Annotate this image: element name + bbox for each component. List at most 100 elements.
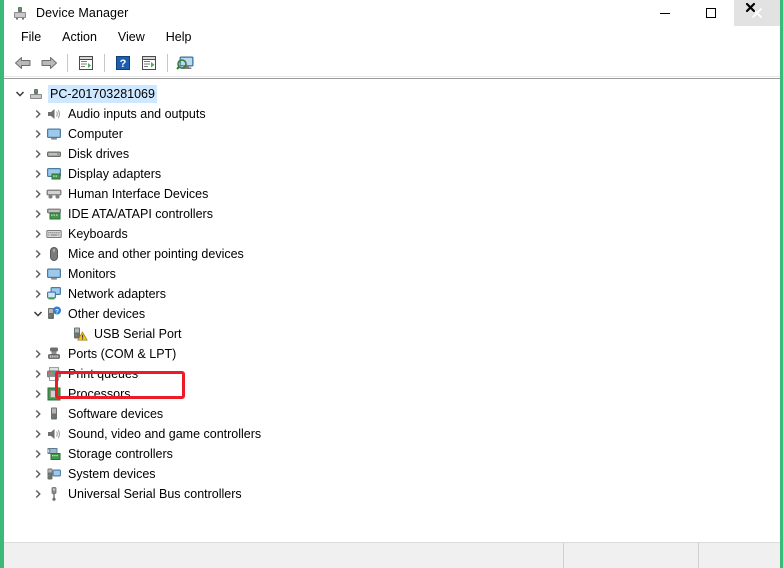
device-tree: PC-201703281069 Audio inputs and outputs [4,79,780,504]
tree-node-ide-ata-atapi-controllers[interactable]: IDE ATA/ATAPI controllers [4,204,780,224]
menu-item-view[interactable]: View [109,28,155,46]
speaker-icon [46,426,62,442]
tree-node-monitors[interactable]: Monitors [4,264,780,284]
close-button[interactable] [734,0,780,26]
toolbar-separator-3 [167,54,168,72]
tree-node-computer[interactable]: Computer [4,124,780,144]
tree-node-label: PC-201703281069 [48,85,157,103]
status-bar [4,542,780,568]
help-question-icon: ? [116,56,130,70]
usb-controller-icon [46,486,62,502]
tree-node-audio-inputs-and-outputs[interactable]: Audio inputs and outputs [4,104,780,124]
tree-node-label: Storage controllers [68,447,173,461]
chevron-right-icon[interactable] [30,264,46,284]
status-panel-secondary [564,543,699,568]
chevron-right-icon[interactable] [30,364,46,384]
chevron-right-icon[interactable] [30,144,46,164]
system-device-icon [46,466,62,482]
tree-node-universal-serial-bus-controllers[interactable]: Universal Serial Bus controllers [4,484,780,504]
tree-node-label: Computer [68,127,123,141]
tree-node-label: Print queues [68,367,139,381]
tree-node-display-adapters[interactable]: Display adapters [4,164,780,184]
tree-node-disk-drives[interactable]: Disk drives [4,144,780,164]
chevron-right-icon[interactable] [30,284,46,304]
tree-node-label: Human Interface Devices [68,187,209,201]
scan-hardware-changes-button[interactable] [173,51,199,75]
tree-node-label: Monitors [68,267,116,281]
toolbar-separator-1 [67,54,68,72]
tree-node-sound-video-and-game-controllers[interactable]: Sound, video and game controllers [4,424,780,444]
tree-node-system-devices[interactable]: System devices [4,464,780,484]
port-icon [46,346,62,362]
tree-node-print-queues[interactable]: Print queues [4,364,780,384]
menu-item-file[interactable]: File [12,28,51,46]
back-button[interactable] [10,51,36,75]
computer-root-icon [28,86,44,102]
tree-node-root[interactable]: PC-201703281069 [4,84,780,104]
hid-icon [46,186,62,202]
chevron-right-icon[interactable] [30,104,46,124]
chevron-right-icon[interactable] [30,184,46,204]
help-button[interactable]: ? [110,51,136,75]
storage-controller-icon [46,446,62,462]
properties-button[interactable] [73,51,99,75]
minimize-button[interactable] [642,0,688,26]
tree-node-software-devices[interactable]: Software devices [4,404,780,424]
tree-node-label: System devices [68,467,156,481]
forward-button[interactable] [36,51,62,75]
tree-node-mice-and-other-pointing-devices[interactable]: Mice and other pointing devices [4,244,780,264]
tree-node-processors[interactable]: Processors [4,384,780,404]
chevron-right-icon[interactable] [30,404,46,424]
keyboard-icon [46,226,62,242]
chevron-right-icon[interactable] [30,124,46,144]
caption-button-group [642,0,780,26]
chevron-right-icon[interactable] [30,164,46,184]
maximize-icon [706,8,716,18]
svg-text:?: ? [55,309,59,316]
monitor-icon [46,266,62,282]
software-device-icon [46,406,62,422]
speaker-icon [46,106,62,122]
tree-node-label: Ports (COM & LPT) [68,347,177,361]
twisty-placeholder [56,324,72,344]
tree-node-other-devices[interactable]: ? Other devices [4,304,780,324]
chevron-down-icon[interactable] [12,84,28,104]
update-driver-button[interactable] [136,51,162,75]
ide-controller-icon [46,206,62,222]
display-adapter-icon [46,166,62,182]
device-manager-window: Device Manager File Action View Help ? P… [0,0,783,568]
tree-node-storage-controllers[interactable]: Storage controllers [4,444,780,464]
chevron-right-icon[interactable] [30,344,46,364]
maximize-button[interactable] [688,0,734,26]
minimize-icon [660,13,670,14]
menu-item-help[interactable]: Help [157,28,202,46]
tree-node-network-adapters[interactable]: Network adapters [4,284,780,304]
tree-node-keyboards[interactable]: Keyboards [4,224,780,244]
unknown-device-icon: ? [46,306,62,322]
chevron-down-icon[interactable] [30,304,46,324]
chevron-right-icon[interactable] [30,424,46,444]
chevron-right-icon[interactable] [30,204,46,224]
chevron-right-icon[interactable] [30,244,46,264]
monitor-icon [46,126,62,142]
tree-node-label: Sound, video and game controllers [68,427,262,441]
menu-item-action[interactable]: Action [53,28,107,46]
chevron-right-icon[interactable] [30,444,46,464]
chevron-right-icon[interactable] [30,224,46,244]
tree-node-usb-serial-port[interactable]: USB Serial Port [4,324,780,344]
tree-node-label: Disk drives [68,147,130,161]
tree-node-label: USB Serial Port [94,327,182,341]
chevron-right-icon[interactable] [30,464,46,484]
tree-node-label: IDE ATA/ATAPI controllers [68,207,213,221]
chevron-right-icon[interactable] [30,484,46,504]
mouse-icon [46,246,62,262]
tree-node-label: Other devices [68,307,146,321]
title-bar[interactable]: Device Manager [4,0,780,26]
tree-node-human-interface-devices[interactable]: Human Interface Devices [4,184,780,204]
status-panel-tertiary [699,543,780,568]
chevron-right-icon[interactable] [30,384,46,404]
tree-node-ports-com-and-lpt[interactable]: Ports (COM & LPT) [4,344,780,364]
update-driver-icon [142,56,156,70]
device-tree-pane[interactable]: PC-201703281069 Audio inputs and outputs [4,78,780,543]
close-icon [751,7,763,19]
